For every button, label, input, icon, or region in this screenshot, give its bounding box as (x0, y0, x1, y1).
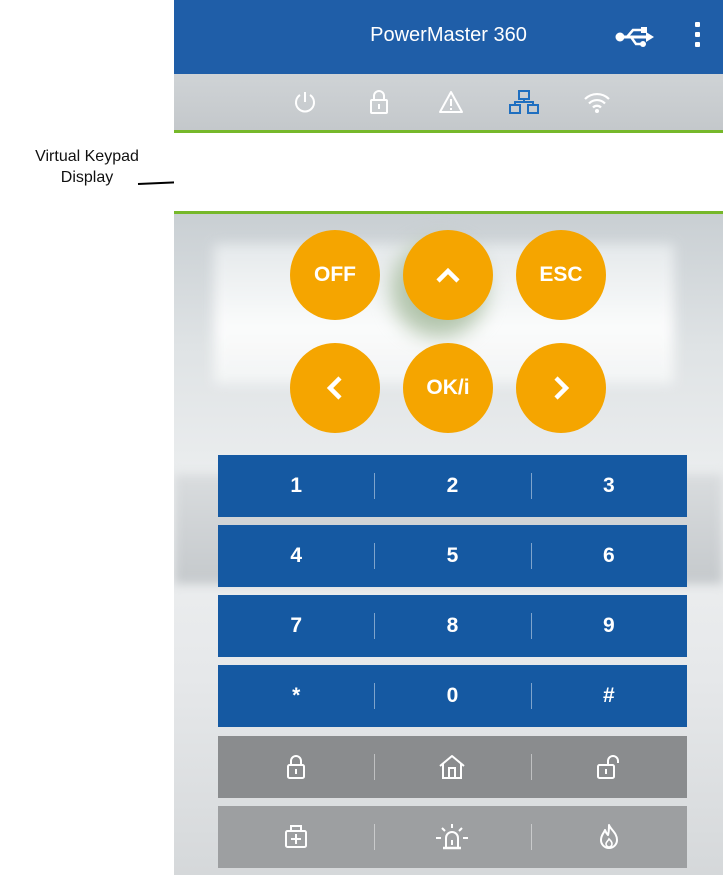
more-vert-icon[interactable] (694, 22, 702, 52)
annotation-line-1: Virtual Keypad (35, 148, 139, 165)
arm-away-lock-icon (287, 755, 306, 779)
up-chevron-icon (436, 267, 460, 283)
fire-button[interactable] (530, 806, 687, 868)
keypad-row-1: 1 2 3 (218, 455, 687, 517)
network-icon (509, 90, 539, 114)
key-9[interactable]: 9 (530, 595, 687, 657)
arm-home-icon (439, 755, 466, 779)
key-4[interactable]: 4 (218, 525, 374, 587)
fire-icon (599, 824, 618, 849)
usb-icon[interactable] (614, 26, 654, 48)
keypad-row-3: 7 8 9 (218, 595, 687, 657)
key-2[interactable]: 2 (374, 455, 530, 517)
medical-emergency-icon (285, 825, 308, 848)
app-bar: PowerMaster 360 (174, 0, 723, 74)
disarm-button[interactable] (530, 736, 687, 798)
keypad-row-2: 4 5 6 (218, 525, 687, 587)
left-button[interactable] (290, 343, 380, 433)
panic-button[interactable] (374, 806, 530, 868)
wifi-icon (584, 92, 610, 113)
arm-away-button[interactable] (218, 736, 374, 798)
key-3[interactable]: 3 (530, 455, 687, 517)
app-screen: PowerMaster 360 OFF ESC OK/i 1 2 3 4 5 6… (174, 0, 723, 875)
key-5[interactable]: 5 (374, 525, 530, 587)
key-7[interactable]: 7 (218, 595, 374, 657)
annotation-label: Virtual Keypad Display (0, 146, 174, 188)
keypad-row-4: * 0 # (218, 665, 687, 727)
disarm-unlock-icon (596, 755, 619, 779)
key-0[interactable]: 0 (374, 665, 530, 727)
annotation-line-2: Display (60, 169, 114, 186)
arm-home-button[interactable] (374, 736, 530, 798)
key-star[interactable]: * (218, 665, 374, 727)
emergency-row (218, 806, 687, 868)
off-button[interactable]: OFF (290, 230, 380, 320)
up-button[interactable] (403, 230, 493, 320)
key-8[interactable]: 8 (374, 595, 530, 657)
warning-icon (439, 91, 463, 113)
right-button[interactable] (516, 343, 606, 433)
right-chevron-icon (554, 376, 570, 400)
virtual-keypad-display (174, 133, 723, 211)
status-bar (174, 74, 723, 130)
ok-info-button[interactable]: OK/i (403, 343, 493, 433)
medical-button[interactable] (218, 806, 374, 868)
panic-siren-icon (436, 824, 469, 850)
esc-button[interactable]: ESC (516, 230, 606, 320)
power-icon (295, 92, 315, 113)
key-6[interactable]: 6 (530, 525, 687, 587)
arm-row (218, 736, 687, 798)
left-chevron-icon (326, 376, 342, 400)
key-hash[interactable]: # (530, 665, 687, 727)
key-1[interactable]: 1 (218, 455, 374, 517)
lock-icon (370, 90, 388, 114)
